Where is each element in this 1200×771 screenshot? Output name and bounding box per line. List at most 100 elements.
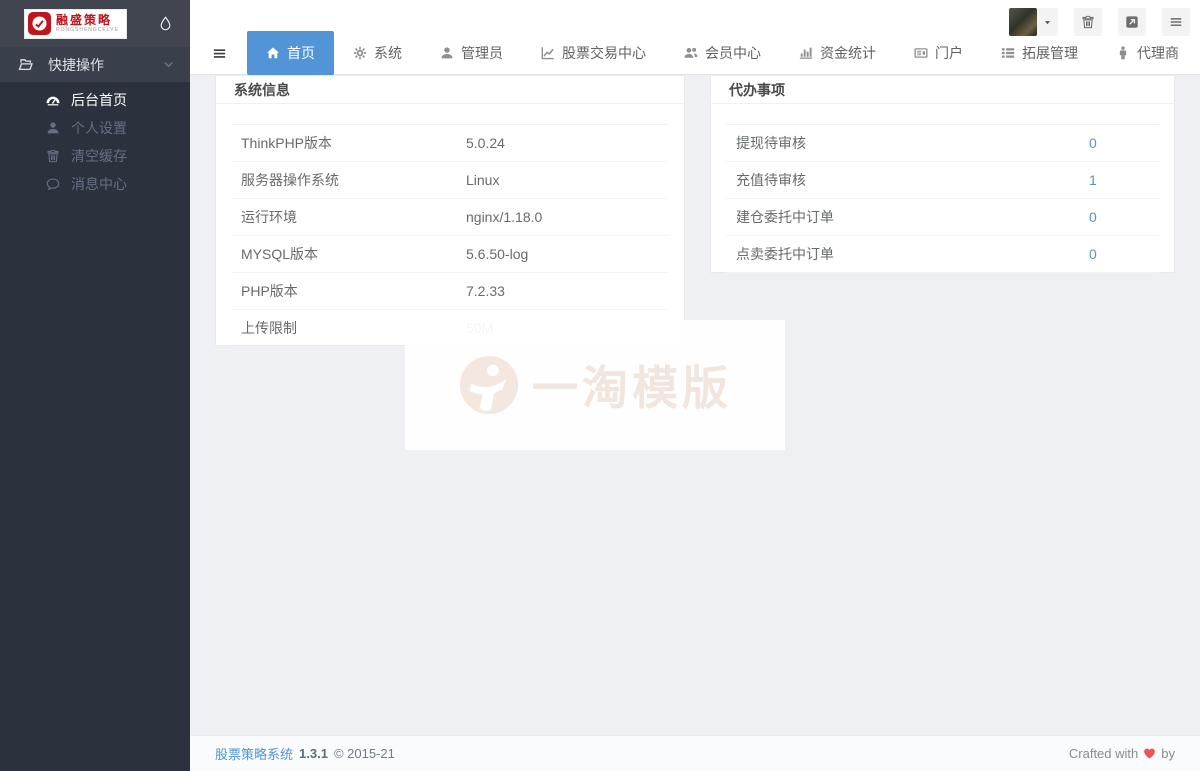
nav-label: 股票交易中心 (562, 43, 646, 63)
nav-item-portal[interactable]: 门户 (895, 31, 982, 75)
footer-copyright: © 2015-21 (334, 746, 395, 761)
sidebar-item-label: 消息中心 (71, 174, 127, 194)
table-row: PHP版本 7.2.33 (231, 273, 669, 310)
nav-item-system[interactable]: 系统 (334, 31, 421, 75)
watermark-overlay: 一淘模版 (405, 320, 785, 450)
row-label: 建仓委托中订单 (726, 207, 1079, 227)
row-label: ThinkPHP版本 (231, 133, 456, 153)
trash-icon (1081, 15, 1095, 29)
sidebar-section-quick-actions[interactable]: 快捷操作 (0, 47, 190, 82)
nav-item-admin[interactable]: 管理员 (421, 31, 522, 75)
row-value: 7.2.33 (456, 283, 515, 299)
topbar: 首页 系统 管理员 股票交易中心 会员中心 (190, 0, 1200, 75)
brand-name-en: RONGSHENGCELVE (56, 27, 119, 33)
table-row: ThinkPHP版本 5.0.24 (231, 125, 669, 162)
message-icon (46, 177, 60, 191)
external-link-icon (1125, 15, 1139, 29)
nav-item-funds-stats[interactable]: 资金统计 (780, 31, 895, 75)
footer-version: 1.3.1 (299, 746, 328, 761)
sidebar-header: 融盛策略 RONGSHENGCELVE (0, 0, 190, 47)
sidebar-section-label: 快捷操作 (48, 55, 163, 75)
users-icon (684, 46, 698, 60)
line-chart-icon (541, 46, 555, 60)
todo-count-link[interactable]: 0 (1079, 135, 1107, 151)
nav-item-extension-mgmt[interactable]: 拓展管理 (982, 31, 1097, 75)
panel-todo: 代办事项 提现待审核 0 充值待审核 1 建仓委托中订单 0 (710, 75, 1175, 273)
panel-title: 代办事项 (711, 76, 1174, 104)
sidebar-item-label: 个人设置 (71, 118, 127, 138)
main-area: 首页 系统 管理员 股票交易中心 会员中心 (190, 0, 1200, 771)
table-row: 充值待审核 1 (726, 162, 1159, 199)
row-value: 5.6.50-log (456, 246, 538, 262)
nav-label: 门户 (935, 43, 963, 63)
nav-item-agent[interactable]: 代理商 (1097, 31, 1198, 75)
table-row: 提现待审核 0 (726, 125, 1159, 162)
footer-app-link[interactable]: 股票策略系统 (215, 744, 293, 763)
droplet-icon[interactable] (158, 16, 173, 31)
row-label: 点卖委托中订单 (726, 244, 1079, 264)
table-row: 点卖委托中订单 0 (726, 236, 1159, 273)
sidebar-item-label: 后台首页 (71, 90, 127, 110)
panel-title: 系统信息 (216, 76, 684, 104)
nav-item-stock-trade-center[interactable]: 股票交易中心 (522, 31, 665, 75)
brand-name-cn: 融盛策略 (56, 14, 119, 27)
watermark-text: 一淘模版 (532, 352, 732, 418)
row-value: nginx/1.18.0 (456, 209, 552, 225)
row-label: 提现待审核 (726, 133, 1079, 153)
todo-table: 提现待审核 0 充值待审核 1 建仓委托中订单 0 点卖委托中订单 0 (726, 124, 1159, 273)
row-value: Linux (456, 172, 509, 188)
trash-icon (46, 149, 60, 163)
hamburger-icon (212, 46, 227, 61)
footer-crafted-suffix: by (1161, 746, 1175, 761)
bar-chart-icon (799, 46, 813, 60)
nav-item-member-center[interactable]: 会员中心 (665, 31, 780, 75)
heart-icon (1143, 747, 1156, 760)
brand-logo[interactable]: 融盛策略 RONGSHENGCELVE (24, 9, 127, 39)
sidebar-item-clear-cache[interactable]: 清空缓存 (0, 142, 190, 170)
todo-count-link[interactable]: 0 (1079, 246, 1107, 262)
panel-system-info: 系统信息 ThinkPHP版本 5.0.24 服务器操作系统 Linux 运行环… (215, 75, 685, 346)
user-icon (440, 46, 454, 60)
nav-label: 管理员 (461, 43, 503, 63)
nav-label: 系统 (374, 43, 402, 63)
row-label: 运行环境 (231, 207, 456, 227)
system-info-table: ThinkPHP版本 5.0.24 服务器操作系统 Linux 运行环境 ngi… (231, 124, 669, 347)
todo-count-link[interactable]: 0 (1079, 209, 1107, 225)
menu-bars-icon (1169, 15, 1183, 29)
row-label: 服务器操作系统 (231, 170, 456, 190)
home-icon (266, 46, 280, 60)
todo-count-link[interactable]: 1 (1079, 172, 1107, 188)
brand-text: 融盛策略 RONGSHENGCELVE (56, 14, 119, 33)
admin-app: 融盛策略 RONGSHENGCELVE 快捷操作 后台首页 个人设置 清空缓存 (0, 0, 1200, 771)
watermark-logo-icon (458, 354, 520, 416)
nav-item-home[interactable]: 首页 (247, 31, 334, 75)
caret-down-icon (1043, 18, 1052, 27)
dashboard-icon (46, 93, 60, 107)
sidebar-item-dashboard[interactable]: 后台首页 (0, 86, 190, 114)
sidebar-menu: 后台首页 个人设置 清空缓存 消息中心 (0, 82, 190, 771)
brand-logo-icon (28, 12, 51, 35)
nav-label: 首页 (287, 43, 315, 63)
nav-label: 资金统计 (820, 43, 876, 63)
sidebar-item-label: 清空缓存 (71, 146, 127, 166)
top-nav: 首页 系统 管理员 股票交易中心 会员中心 (190, 31, 1200, 75)
row-value: 5.0.24 (456, 135, 515, 151)
footer-crafted-prefix: Crafted with (1069, 746, 1138, 761)
agent-icon (1116, 46, 1130, 60)
folder-open-icon (18, 57, 33, 72)
sidebar-toggle-button[interactable] (205, 31, 233, 75)
list-icon (1001, 46, 1015, 60)
user-icon (46, 121, 60, 135)
table-row: 服务器操作系统 Linux (231, 162, 669, 199)
sidebar-item-profile-settings[interactable]: 个人设置 (0, 114, 190, 142)
footer-credit: Crafted with by (1069, 746, 1175, 761)
footer: 股票策略系统 1.3.1 © 2015-21 Crafted with by (190, 735, 1200, 771)
row-label: PHP版本 (231, 281, 456, 301)
newspaper-icon (914, 46, 928, 60)
sidebar-item-message-center[interactable]: 消息中心 (0, 170, 190, 198)
row-label: MYSQL版本 (231, 244, 456, 264)
row-label: 充值待审核 (726, 170, 1079, 190)
nav-label: 会员中心 (705, 43, 761, 63)
table-row: 建仓委托中订单 0 (726, 199, 1159, 236)
table-row: 运行环境 nginx/1.18.0 (231, 199, 669, 236)
